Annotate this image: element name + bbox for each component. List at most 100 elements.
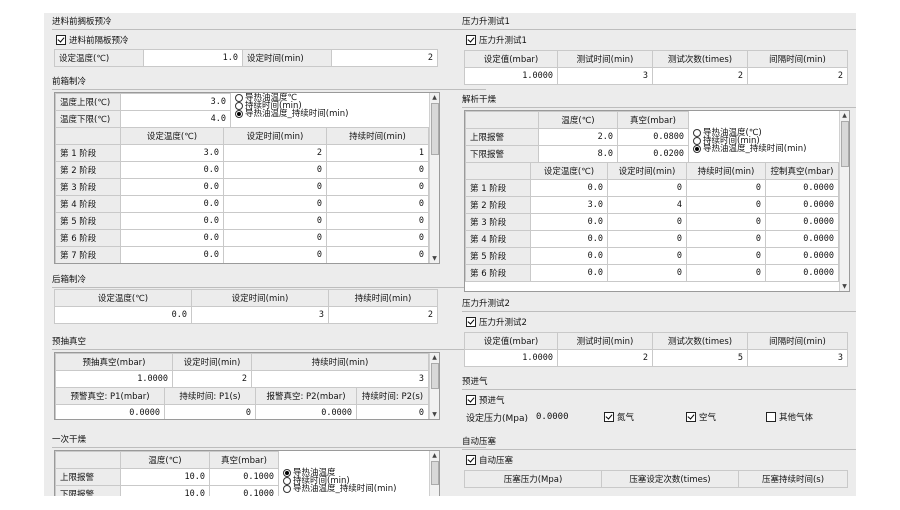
pressure-test1-checkbox[interactable]: 压力升测试1 — [466, 34, 527, 46]
cell[interactable]: 0 — [607, 230, 687, 248]
cell[interactable]: 0 — [223, 229, 327, 247]
pt2-interval-input[interactable]: 3 — [747, 349, 848, 367]
pre-gas-checkbox[interactable]: 预进气 — [466, 394, 505, 406]
cell[interactable]: 0 — [686, 230, 766, 248]
cell[interactable]: 0 — [686, 179, 766, 197]
cell[interactable]: 0.0000 — [765, 264, 839, 282]
pt2-time-input[interactable]: 2 — [557, 349, 653, 367]
pre-vac-time-input[interactable]: 2 — [172, 370, 252, 388]
cell[interactable]: 0.0200 — [617, 145, 689, 163]
cell[interactable]: 0 — [607, 179, 687, 197]
cell[interactable]: 10.0 — [120, 468, 210, 486]
cell[interactable]: 1 — [326, 144, 429, 162]
scroll-down-icon[interactable]: ▼ — [430, 254, 439, 263]
rear-duration-input[interactable]: 2 — [328, 306, 438, 324]
scroll-up-icon[interactable]: ▲ — [430, 353, 439, 362]
pre-vac-value-input[interactable]: 1.0000 — [55, 370, 173, 388]
rear-temp-input[interactable]: 0.0 — [54, 306, 192, 324]
cell[interactable]: 0 — [686, 213, 766, 231]
auto-plug-checkbox[interactable]: 自动压塞 — [466, 454, 513, 466]
cell[interactable]: 0 — [223, 246, 327, 263]
pt1-value-input[interactable]: 1.0000 — [464, 67, 558, 85]
scroll-thumb[interactable] — [431, 363, 439, 389]
cell[interactable]: 0.0 — [120, 178, 224, 196]
cell[interactable]: 0.0000 — [765, 179, 839, 197]
cell[interactable]: 0 — [326, 195, 429, 213]
other-gas-checkbox[interactable]: 其他气体 — [766, 411, 813, 423]
pre-gas-pressure-input[interactable]: 0.0000 — [536, 412, 604, 422]
cell[interactable]: 0.0 — [120, 195, 224, 213]
cell[interactable]: 0 — [326, 212, 429, 230]
cell[interactable]: 10.0 — [120, 485, 210, 496]
front-radio-2[interactable]: 导热油温度_持续时间(min) — [235, 110, 348, 118]
primary-dry-scrollbar[interactable]: ▲ — [429, 451, 439, 496]
scroll-down-icon[interactable]: ▼ — [840, 282, 849, 291]
desorption-scrollbar[interactable]: ▲ ▼ — [839, 111, 849, 291]
cell[interactable]: 3.0 — [530, 196, 608, 214]
cell[interactable]: 0 — [607, 213, 687, 231]
pre-cool-time-input[interactable]: 2 — [331, 49, 438, 67]
scroll-up-icon[interactable]: ▲ — [430, 451, 439, 460]
p1-vacuum-input[interactable]: 0.0000 — [55, 404, 165, 419]
pre-cool-checkbox[interactable]: 进料前隔板预冷 — [56, 34, 129, 46]
cell[interactable]: 0.0 — [120, 212, 224, 230]
cell[interactable]: 0.0 — [530, 213, 608, 231]
pt1-interval-input[interactable]: 2 — [747, 67, 848, 85]
cell[interactable]: 0 — [223, 195, 327, 213]
cell[interactable]: 0.0000 — [765, 247, 839, 265]
front-lower-input[interactable]: 4.0 — [120, 110, 231, 128]
cell[interactable]: 0.0000 — [765, 196, 839, 214]
cell[interactable]: 2.0 — [538, 128, 618, 146]
cell[interactable]: 8.0 — [538, 145, 618, 163]
cell[interactable]: 0 — [686, 196, 766, 214]
pre-cool-temp-input[interactable]: 1.0 — [143, 49, 243, 67]
cell[interactable]: 0 — [607, 247, 687, 265]
scroll-thumb[interactable] — [431, 103, 439, 155]
p2-time-input[interactable]: 0 — [356, 404, 429, 419]
cell[interactable]: 0 — [326, 178, 429, 196]
pt1-count-input[interactable]: 2 — [652, 67, 748, 85]
cell[interactable]: 0.0 — [530, 264, 608, 282]
cell[interactable]: 0.0000 — [765, 213, 839, 231]
primary-radio-2[interactable]: 导热油温度_持续时间(min) — [283, 485, 396, 493]
pt1-time-input[interactable]: 3 — [557, 67, 653, 85]
scroll-down-icon[interactable]: ▼ — [430, 410, 439, 419]
p2-vacuum-input[interactable]: 0.0000 — [255, 404, 357, 419]
cell[interactable]: 3.0 — [120, 144, 224, 162]
cell[interactable]: 0.0 — [530, 230, 608, 248]
cell[interactable]: 0.0 — [530, 247, 608, 265]
cell[interactable]: 0 — [223, 212, 327, 230]
scroll-up-icon[interactable]: ▲ — [840, 111, 849, 120]
cell[interactable]: 0.0 — [120, 229, 224, 247]
scroll-thumb[interactable] — [841, 121, 849, 167]
p1-time-input[interactable]: 0 — [164, 404, 256, 419]
cell[interactable]: 0.0 — [120, 161, 224, 179]
pre-vac-duration-input[interactable]: 3 — [251, 370, 429, 388]
cell[interactable]: 0 — [686, 247, 766, 265]
cell[interactable]: 0 — [223, 161, 327, 179]
cell[interactable]: 0.0800 — [617, 128, 689, 146]
cell[interactable]: 0.1000 — [209, 485, 279, 496]
cell[interactable]: 0.1000 — [209, 468, 279, 486]
front-cool-scrollbar[interactable]: ▲ ▼ — [429, 93, 439, 263]
scroll-up-icon[interactable]: ▲ — [430, 93, 439, 102]
cell[interactable]: 0 — [607, 264, 687, 282]
air-checkbox[interactable]: 空气 — [686, 411, 766, 423]
pt2-count-input[interactable]: 5 — [652, 349, 748, 367]
cell[interactable]: 0.0000 — [765, 230, 839, 248]
cell[interactable]: 2 — [223, 144, 327, 162]
cell[interactable]: 4 — [607, 196, 687, 214]
cell[interactable]: 0 — [326, 229, 429, 247]
desorption-radio-2[interactable]: 导热油温度_持续时间(min) — [693, 145, 806, 153]
pre-vac-scrollbar[interactable]: ▲ ▼ — [429, 353, 439, 419]
nitrogen-checkbox[interactable]: 氮气 — [604, 411, 686, 423]
cell[interactable]: 0 — [223, 178, 327, 196]
pressure-test2-checkbox[interactable]: 压力升测试2 — [466, 316, 527, 328]
front-upper-input[interactable]: 3.0 — [120, 93, 231, 111]
cell[interactable]: 0 — [686, 264, 766, 282]
cell[interactable]: 0 — [326, 161, 429, 179]
cell[interactable]: 0.0 — [530, 179, 608, 197]
pt2-value-input[interactable]: 1.0000 — [464, 349, 558, 367]
scroll-thumb[interactable] — [431, 461, 439, 485]
rear-time-input[interactable]: 3 — [191, 306, 329, 324]
